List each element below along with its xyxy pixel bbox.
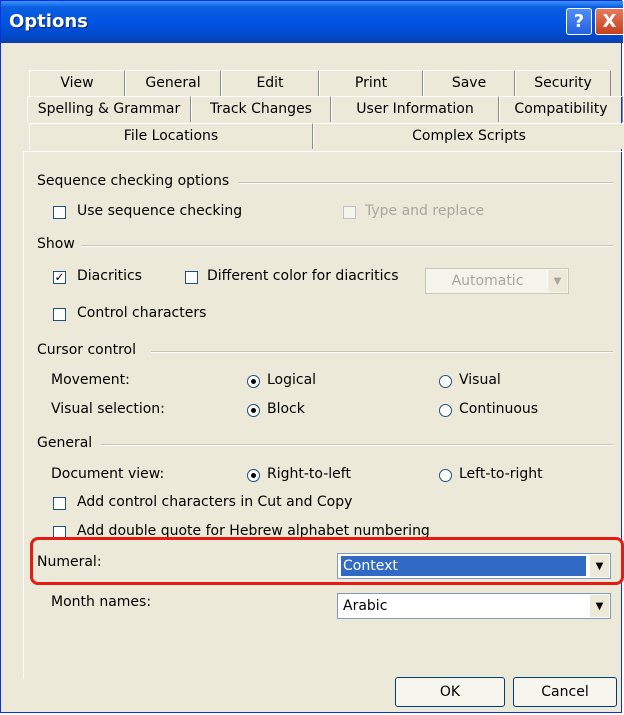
help-button[interactable]: ? bbox=[566, 8, 592, 35]
movement-logical-label: Logical bbox=[267, 372, 317, 388]
tab-file-locations[interactable]: File Locations bbox=[29, 123, 313, 149]
selection-block-radio[interactable] bbox=[247, 404, 260, 417]
cancel-button[interactable]: Cancel bbox=[513, 677, 617, 707]
use-sequence-checkbox[interactable] bbox=[53, 206, 66, 219]
tab-row-2: Spelling & Grammar Track Changes User In… bbox=[27, 96, 623, 122]
show-group-label: Show bbox=[37, 236, 75, 252]
chevron-down-icon: ▼ bbox=[589, 555, 609, 577]
radio-dot-icon bbox=[251, 379, 256, 384]
tab-compatibility[interactable]: Compatibility bbox=[499, 96, 623, 122]
control-characters-checkbox[interactable] bbox=[53, 308, 66, 321]
general-group-label: General bbox=[37, 435, 93, 451]
cursor-group-label: Cursor control bbox=[37, 342, 136, 358]
diacritics-color-value: Automatic bbox=[451, 273, 524, 289]
movement-logical-radio[interactable] bbox=[247, 375, 260, 388]
view-ltr-radio[interactable] bbox=[439, 469, 452, 482]
numeral-value: Context bbox=[341, 556, 586, 576]
visual-selection-label: Visual selection: bbox=[51, 401, 165, 417]
selection-continuous-radio[interactable] bbox=[439, 404, 452, 417]
close-button[interactable]: X bbox=[595, 8, 623, 35]
tab-row-1: View General Edit Print Save Security bbox=[29, 70, 611, 96]
tab-complex-scripts[interactable]: Complex Scripts bbox=[313, 123, 624, 149]
help-icon: ? bbox=[573, 11, 585, 32]
document-view-label: Document view: bbox=[51, 466, 165, 482]
type-replace-label: Type and replace bbox=[365, 203, 485, 219]
view-ltr-label: Left-to-right bbox=[459, 466, 543, 482]
title-bar[interactable]: Options ? X bbox=[1, 1, 623, 43]
month-names-label: Month names: bbox=[51, 594, 152, 610]
group-divider bbox=[81, 245, 613, 247]
view-rtl-label: Right-to-left bbox=[267, 466, 351, 482]
tab-track-changes[interactable]: Track Changes bbox=[191, 96, 331, 122]
numeral-label: Numeral: bbox=[37, 554, 102, 570]
add-double-quote-label: Add double quote for Hebrew alphabet num… bbox=[77, 523, 430, 539]
diff-color-label: Different color for diacritics bbox=[207, 268, 399, 284]
group-divider bbox=[101, 444, 613, 446]
sequence-group-label: Sequence checking options bbox=[37, 173, 230, 189]
month-names-value: Arabic bbox=[343, 598, 388, 614]
diacritics-label: Diacritics bbox=[77, 268, 142, 284]
group-divider bbox=[239, 182, 613, 184]
diff-color-checkbox[interactable] bbox=[185, 271, 198, 284]
movement-visual-label: Visual bbox=[459, 372, 501, 388]
type-replace-checkbox[interactable] bbox=[343, 206, 356, 219]
add-control-chars-checkbox[interactable] bbox=[53, 497, 66, 510]
tab-view[interactable]: View bbox=[29, 70, 125, 96]
selection-block-label: Block bbox=[267, 401, 305, 417]
tab-user-information[interactable]: User Information bbox=[331, 96, 499, 122]
tab-general[interactable]: General bbox=[125, 70, 221, 96]
month-names-select[interactable]: Arabic ▼ bbox=[337, 593, 611, 619]
group-divider bbox=[151, 351, 613, 353]
use-sequence-label: Use sequence checking bbox=[77, 203, 243, 219]
chevron-down-icon: ▼ bbox=[547, 270, 567, 292]
tab-row-3: File Locations Complex Scripts bbox=[29, 123, 624, 149]
options-dialog: Options ? X View General Edit Print Save… bbox=[0, 0, 624, 713]
numeral-select[interactable]: Context ▼ bbox=[337, 553, 611, 579]
window-title: Options bbox=[9, 11, 88, 32]
radio-dot-icon bbox=[251, 473, 256, 478]
chevron-down-icon: ▼ bbox=[589, 595, 609, 617]
add-control-chars-label: Add control characters in Cut and Copy bbox=[77, 494, 353, 510]
tab-save[interactable]: Save bbox=[423, 70, 515, 96]
tab-print[interactable]: Print bbox=[319, 70, 423, 96]
tab-spelling-grammar[interactable]: Spelling & Grammar bbox=[27, 96, 191, 122]
radio-dot-icon bbox=[251, 408, 256, 413]
control-characters-label: Control characters bbox=[77, 305, 207, 321]
check-icon: ✓ bbox=[54, 270, 65, 284]
movement-visual-radio[interactable] bbox=[439, 375, 452, 388]
tab-edit[interactable]: Edit bbox=[221, 70, 319, 96]
diacritics-color-select[interactable]: Automatic ▼ bbox=[425, 268, 569, 294]
tab-security[interactable]: Security bbox=[515, 70, 611, 96]
selection-continuous-label: Continuous bbox=[459, 401, 539, 417]
movement-label: Movement: bbox=[51, 372, 130, 388]
add-double-quote-checkbox[interactable] bbox=[53, 526, 66, 539]
close-icon: X bbox=[602, 11, 617, 32]
ok-button[interactable]: OK bbox=[395, 677, 505, 707]
diacritics-checkbox[interactable]: ✓ bbox=[53, 271, 66, 284]
view-rtl-radio[interactable] bbox=[247, 469, 260, 482]
